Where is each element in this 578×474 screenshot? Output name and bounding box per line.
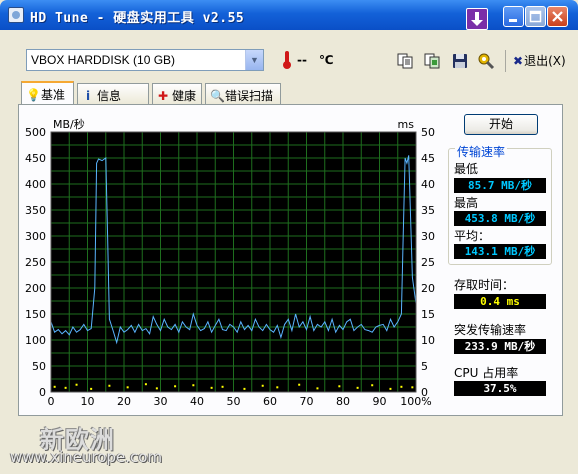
x-tick-label: 10 — [81, 395, 95, 408]
avg-value: 143.1 MB/秒 — [454, 244, 546, 259]
access-time-point — [155, 387, 158, 390]
avg-label: 平均： — [454, 229, 491, 243]
y2-tick-label: 10 — [421, 334, 435, 347]
y2-tick-label: 50 — [421, 126, 435, 139]
y-tick-label: 450 — [25, 152, 46, 165]
y-tick-label: 400 — [25, 178, 46, 191]
access-time-point — [174, 385, 177, 388]
access-time-point — [75, 383, 78, 386]
burst-rate-label: 突发传输速率 — [454, 323, 527, 337]
x-tick-label: 0 — [48, 395, 55, 408]
access-time-label: 存取时间： — [454, 278, 515, 292]
access-time-point — [210, 386, 213, 389]
access-time-point — [192, 384, 195, 387]
y-tick-label: 350 — [25, 204, 46, 217]
access-time-point — [389, 387, 392, 390]
cpu-usage-value: 37.5% — [454, 381, 546, 396]
x-tick-label: 30 — [154, 395, 168, 408]
y-tick-label: 100 — [25, 334, 46, 347]
watermark-url: www.xineurope.com — [10, 448, 163, 466]
access-time-point — [108, 384, 111, 387]
access-time-value: 0.4 ms — [454, 294, 546, 309]
access-time-point — [221, 385, 224, 388]
y2-tick-label: 25 — [421, 256, 435, 269]
y2-axis-label: ms — [398, 118, 415, 131]
access-time-point — [276, 386, 279, 389]
y-tick-label: 0 — [39, 386, 46, 399]
transfer-rate-title: 传输速率 — [455, 143, 508, 160]
x-tick-label: 60 — [263, 395, 277, 408]
access-time-point — [53, 385, 56, 388]
burst-rate-value: 233.9 MB/秒 — [454, 339, 546, 354]
access-time-point — [243, 387, 246, 390]
y-tick-label: 50 — [32, 360, 46, 373]
x-tick-label: 20 — [117, 395, 131, 408]
cpu-usage-label: CPU 占用率 — [454, 366, 519, 380]
y-tick-label: 200 — [25, 282, 46, 295]
access-time-point — [411, 386, 414, 389]
access-time-point — [371, 384, 374, 387]
x-tick-label: 70 — [300, 395, 314, 408]
y2-tick-label: 20 — [421, 282, 435, 295]
access-time-point — [316, 387, 319, 390]
y-axis-label: MB/秒 — [53, 117, 85, 131]
x-tick-label: 50 — [227, 395, 241, 408]
access-time-point — [90, 387, 93, 390]
y2-tick-label: 5 — [421, 360, 428, 373]
x-tick-label: 80 — [336, 395, 350, 408]
access-time-point — [261, 384, 264, 387]
max-value: 453.8 MB/秒 — [454, 211, 546, 226]
y2-tick-label: 40 — [421, 178, 435, 191]
access-time-point — [144, 383, 147, 386]
min-value: 85.7 MB/秒 — [454, 178, 546, 193]
x-tick-label: 90 — [373, 395, 387, 408]
x-tick-label: 40 — [190, 395, 204, 408]
y2-tick-label: 30 — [421, 230, 435, 243]
max-label: 最高 — [454, 196, 479, 210]
x-tick-label: 100% — [400, 395, 431, 408]
access-time-point — [64, 386, 67, 389]
y-tick-label: 250 — [25, 256, 46, 269]
start-button[interactable]: 开始 — [464, 114, 538, 135]
y-tick-label: 300 — [25, 230, 46, 243]
min-label: 最低 — [454, 162, 479, 176]
access-time-point — [400, 385, 403, 388]
y2-tick-label: 35 — [421, 204, 435, 217]
access-time-point — [126, 386, 129, 389]
y2-tick-label: 15 — [421, 308, 435, 321]
access-time-point — [298, 383, 301, 386]
y2-tick-label: 45 — [421, 152, 435, 165]
y-tick-label: 150 — [25, 308, 46, 321]
access-time-point — [356, 386, 359, 389]
y-tick-label: 500 — [25, 126, 46, 139]
access-time-point — [338, 385, 341, 388]
